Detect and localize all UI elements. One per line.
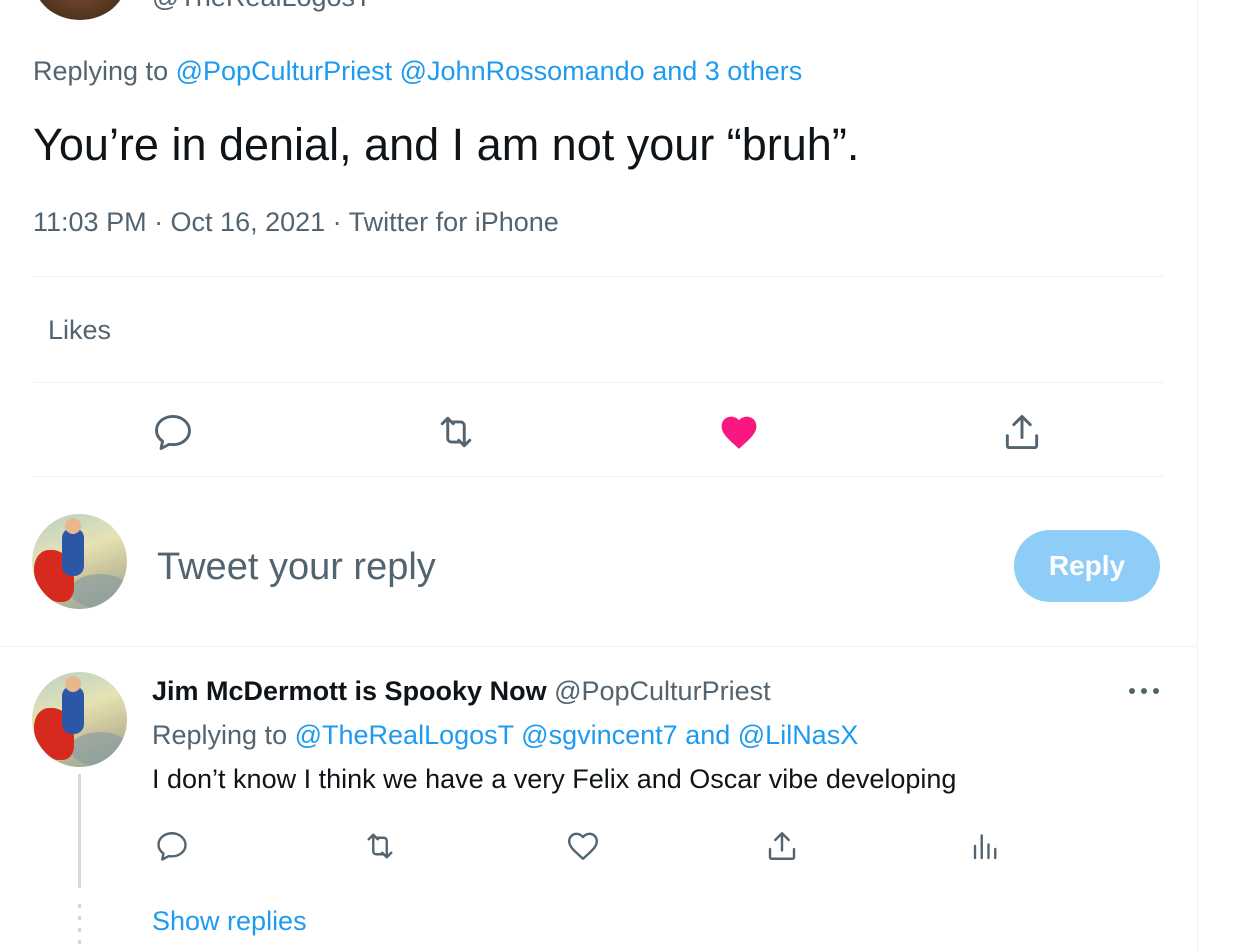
reply-retweet-button[interactable] [358, 824, 402, 868]
retweet-icon [440, 416, 472, 448]
heart-outline-icon [568, 832, 598, 860]
mention-therreallogost[interactable]: @TheRealLogosT [295, 720, 514, 750]
divider [33, 476, 1164, 477]
reply-author-line: Jim McDermott is Spooky Now @PopCulturPr… [152, 676, 771, 707]
reply-analytics-button[interactable] [962, 824, 1006, 868]
author-handle[interactable]: @TheRealLogosT [152, 0, 372, 13]
analytics-bars-icon [973, 834, 997, 860]
author-avatar[interactable] [34, 0, 126, 20]
mention-others[interactable]: and 3 others [652, 56, 802, 86]
tweet-text: You’re in denial, and I am not your “bru… [33, 119, 860, 170]
timeline-column: @TheRealLogosT Replying to @PopCulturPri… [0, 0, 1198, 952]
reply-tweet-text: I don’t know I think we have a very Feli… [152, 764, 957, 794]
thread-continuation-dots [78, 904, 81, 952]
reply-reply-button[interactable] [150, 824, 194, 868]
mention-join-word: and [685, 720, 731, 750]
retweet-button[interactable] [428, 404, 484, 460]
reply-compose-input[interactable] [155, 545, 959, 590]
avatar-art [62, 686, 84, 734]
replying-to-line: Replying to @PopCulturPriest @JohnRossom… [33, 56, 802, 87]
reply-replying-to-line: Replying to @TheRealLogosT @sgvincent7 a… [152, 720, 858, 751]
show-replies-link[interactable]: Show replies [152, 906, 307, 937]
tweet-action-bar [0, 404, 1197, 460]
likes-count-label[interactable]: Likes [48, 315, 111, 346]
divider [33, 382, 1164, 383]
reply-author-handle[interactable]: @PopCulturPriest [554, 676, 771, 706]
avatar-art [70, 732, 127, 766]
avatar-art [70, 574, 127, 608]
replying-to-prefix: Replying to [152, 720, 288, 750]
reply-submit-button[interactable]: Reply [1014, 530, 1160, 602]
mention-popculturpriest[interactable]: @PopCulturPriest [176, 56, 393, 86]
reply-author-name[interactable]: Jim McDermott is Spooky Now [152, 676, 547, 706]
mention-sgvincent7[interactable]: @sgvincent7 [521, 720, 678, 750]
more-dots-icon [1129, 688, 1159, 694]
reply-share-button[interactable] [760, 824, 804, 868]
divider [33, 276, 1164, 277]
heart-filled-icon [721, 416, 757, 449]
share-upload-icon [1005, 414, 1039, 450]
avatar-art [65, 518, 81, 534]
mention-johnrossomando[interactable]: @JohnRossomando [400, 56, 645, 86]
avatar-art [62, 528, 84, 576]
replying-to-prefix: Replying to [33, 56, 169, 86]
tweet-timestamp[interactable]: 11:03 PM · Oct 16, 2021 · Twitter for iP… [33, 207, 559, 238]
reply-action-bar [0, 824, 1197, 868]
reply-author-avatar[interactable] [32, 672, 127, 767]
retweet-icon [367, 833, 393, 859]
share-upload-icon [768, 832, 796, 860]
reply-like-button[interactable] [561, 824, 605, 868]
mention-lilnasx[interactable]: @LilNasX [738, 720, 858, 750]
reply-bubble-icon [157, 832, 187, 861]
reply-button[interactable] [145, 404, 201, 460]
like-button[interactable] [711, 404, 767, 460]
more-options-button[interactable] [1122, 676, 1166, 706]
section-divider [0, 646, 1197, 647]
share-button[interactable] [994, 404, 1050, 460]
user-avatar[interactable] [32, 514, 127, 609]
reply-bubble-icon [155, 414, 191, 450]
avatar-art [65, 676, 81, 692]
